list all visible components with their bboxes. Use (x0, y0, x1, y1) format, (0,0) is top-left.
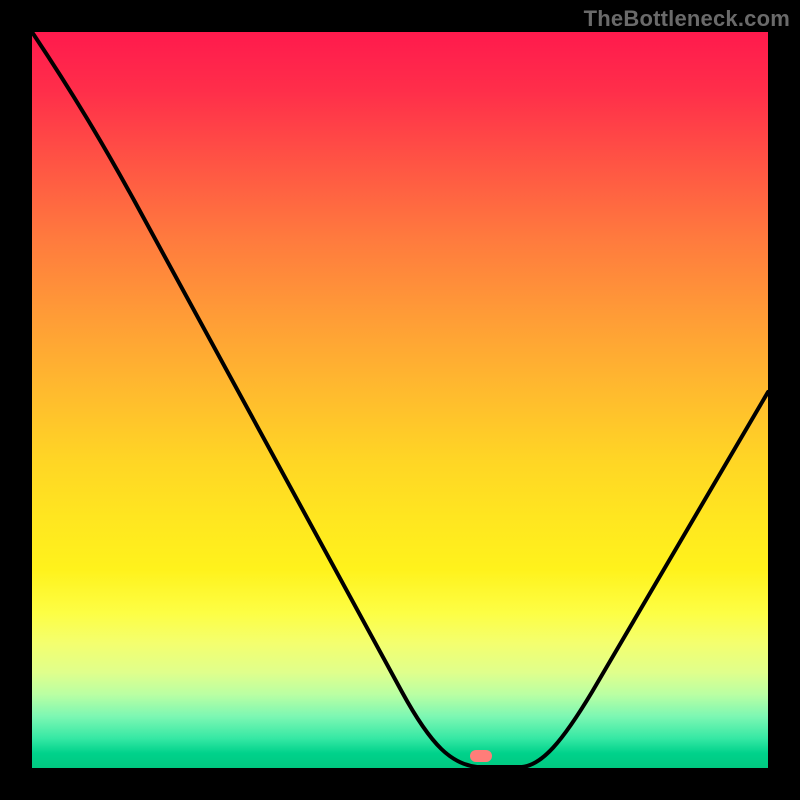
heat-gradient-background (32, 32, 768, 768)
optimal-point-marker (470, 750, 492, 762)
watermark-text: TheBottleneck.com (584, 6, 790, 32)
chart-plot-area (32, 32, 768, 768)
